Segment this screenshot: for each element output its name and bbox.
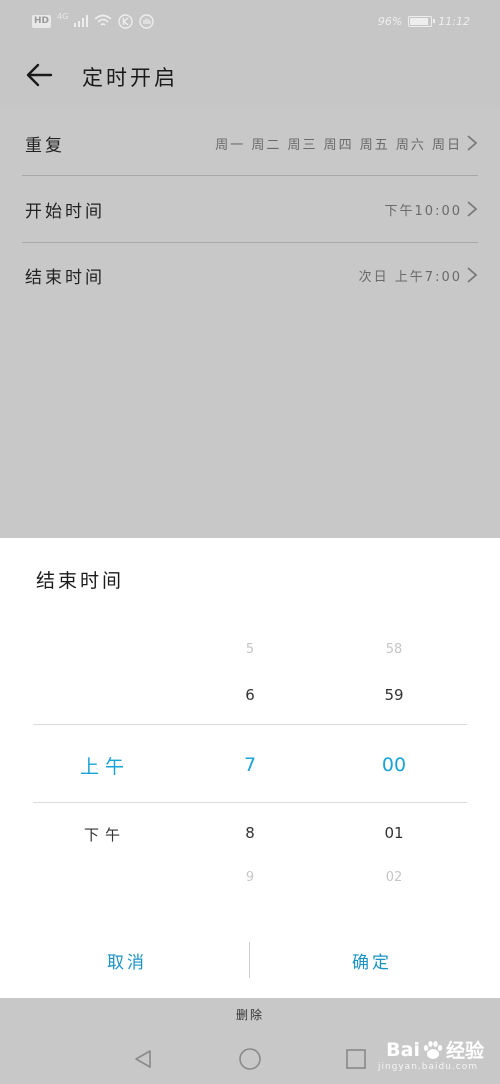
paw-icon	[423, 1040, 443, 1059]
watermark-url: jingyan.baidu.com	[377, 1062, 478, 1072]
setting-value-text: 周一 周二 周三 周四 周五 周六 周日	[215, 137, 462, 153]
hour-selected: 7	[243, 754, 257, 776]
setting-value: 周一 周二 周三 周四 周五 周六 周日	[215, 134, 478, 153]
watermark-suffix: 经验	[445, 1040, 484, 1062]
wifi-icon	[94, 14, 112, 26]
picker-selection-line-top	[33, 724, 467, 725]
setting-row-start-time[interactable]: 开始时间 下午10:00	[22, 176, 478, 242]
hour-option: 6	[245, 686, 255, 704]
minute-option: 01	[384, 824, 404, 842]
chevron-right-icon	[467, 135, 478, 151]
battery-icon	[408, 15, 436, 27]
square-recents-icon	[346, 1049, 366, 1069]
signal-icon	[74, 15, 89, 27]
picker-title: 结束时间	[36, 570, 125, 592]
chevron-right-icon	[467, 267, 478, 283]
settings-list: 重复 周一 周二 周三 周四 周五 周六 周日 开始时间 下午10:00 结束时…	[0, 108, 500, 538]
watermark-brand: Bai	[386, 1038, 420, 1061]
page-title: 定时开启	[82, 66, 178, 90]
app-header: 定时开启	[0, 42, 500, 108]
setting-value-text: 下午10:00	[384, 203, 462, 219]
minute-selected: 00	[381, 754, 407, 776]
setting-row-repeat[interactable]: 重复 周一 周二 周三 周四 周五 周六 周日	[22, 110, 478, 176]
back-button[interactable]	[20, 56, 58, 94]
delete-button[interactable]: 删除	[0, 1006, 500, 1023]
hd-badge: HD	[32, 14, 52, 28]
confirm-button[interactable]: 确定	[272, 938, 472, 982]
hour-option: 5	[245, 642, 255, 657]
time-picker-sheet: 结束时间 上午 下午 5 6 7 8 9 58 59 00 01 02 取消 确…	[0, 538, 500, 998]
cancel-button[interactable]: 取消	[27, 938, 227, 982]
setting-value: 下午10:00	[385, 200, 478, 219]
hour-option: 8	[245, 824, 255, 842]
setting-value: 次日 上午7:00	[359, 266, 478, 285]
setting-label: 开始时间	[25, 201, 105, 222]
setting-row-end-time[interactable]: 结束时间 次日 上午7:00	[22, 242, 478, 308]
circle-home-icon	[239, 1048, 261, 1070]
button-divider	[249, 942, 250, 978]
status-left: HD 4G	[32, 11, 155, 30]
ampm-option: 下午	[83, 826, 127, 844]
nav-home-button[interactable]	[233, 1042, 267, 1076]
minute-option: 58	[385, 642, 403, 657]
setting-label: 重复	[25, 135, 65, 156]
ampm-selected: 上午	[79, 756, 131, 778]
setting-value-text: 次日 上午7:00	[358, 269, 462, 285]
k-circle-icon	[118, 13, 134, 29]
chevron-right-icon	[467, 201, 478, 217]
battery-fill	[410, 17, 429, 25]
arrow-left-icon	[26, 63, 53, 87]
triangle-back-icon	[135, 1050, 151, 1068]
nav-back-button[interactable]	[126, 1042, 160, 1076]
network-type: 4G	[57, 11, 69, 21]
setting-label: 结束时间	[25, 267, 105, 288]
baidu-watermark: Bai 经验	[386, 1036, 484, 1063]
nav-recents-button[interactable]	[339, 1042, 373, 1076]
status-bar: HD 4G 96% 11:12	[0, 0, 500, 42]
battery-percent: 96%	[377, 14, 403, 28]
minute-option: 59	[384, 686, 404, 704]
hour-option: 9	[245, 870, 255, 885]
status-right: 96% 11:12	[378, 12, 470, 30]
hand-circle-icon	[139, 13, 155, 29]
minute-option: 02	[385, 870, 403, 885]
clock: 11:12	[438, 14, 470, 28]
picker-selection-line-bottom	[33, 802, 467, 803]
